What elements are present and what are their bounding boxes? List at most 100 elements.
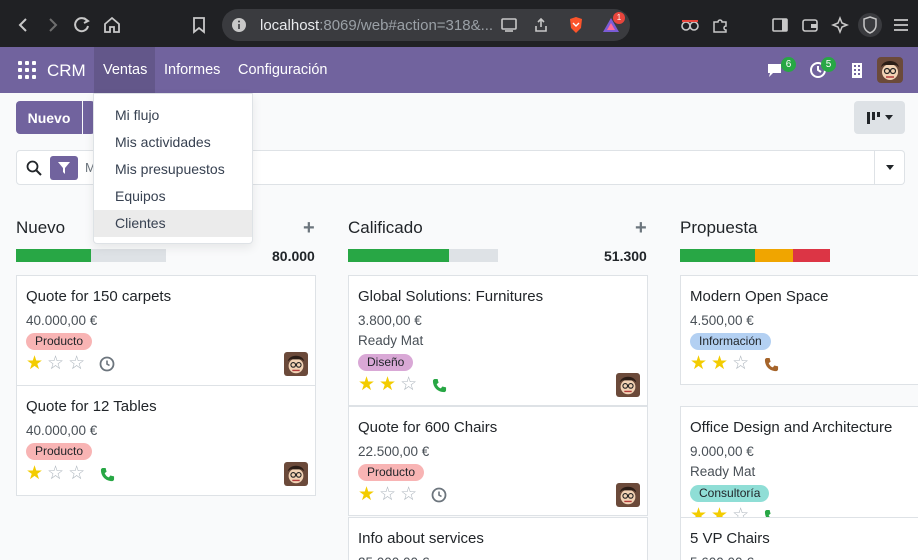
kanban-card[interactable]: Quote for 12 Tables 40.000,00 € Producto ★ ☆… <box>16 385 316 496</box>
dropdown-item-clientes[interactable]: Clientes <box>94 210 252 237</box>
card-title: 5 VP Chairs <box>690 530 770 547</box>
star-empty-icon[interactable]: ☆ <box>400 485 417 504</box>
phone-icon[interactable] <box>431 377 447 393</box>
star-filled-icon[interactable]: ★ <box>358 375 375 394</box>
filter-facet[interactable] <box>50 156 78 180</box>
card-title: Quote for 150 carpets <box>26 288 172 305</box>
star-filled-icon[interactable]: ★ <box>711 354 728 373</box>
progress-segment-green[interactable] <box>16 249 91 262</box>
column-progress-bar[interactable] <box>348 249 498 262</box>
menu-informes[interactable]: Informes <box>164 62 220 78</box>
caret-down-icon <box>885 165 894 170</box>
browser-menu-icon[interactable] <box>890 14 912 36</box>
clock-icon[interactable] <box>431 487 447 503</box>
card-company: Ready Mat <box>690 464 756 479</box>
add-card-icon[interactable]: + <box>303 217 315 240</box>
card-tag: Producto <box>26 333 93 350</box>
star-empty-icon[interactable]: ☆ <box>47 354 64 373</box>
progress-segment-green[interactable] <box>680 249 755 262</box>
card-title: Info about services <box>358 530 484 547</box>
puzzle-extensions-icon[interactable] <box>709 14 731 36</box>
address-bar[interactable]: localhost:8069/web#action=318&... <box>222 9 630 41</box>
brave-shields-icon[interactable] <box>565 14 587 36</box>
forward-icon[interactable] <box>42 14 64 36</box>
extension-icon[interactable] <box>679 14 701 36</box>
column-total: 80.000 <box>272 248 315 264</box>
star-empty-icon[interactable]: ☆ <box>379 485 396 504</box>
menu-ventas[interactable]: Ventas <box>103 62 147 78</box>
leo-ai-icon[interactable] <box>829 14 851 36</box>
star-empty-icon[interactable]: ☆ <box>68 354 85 373</box>
assignee-avatar[interactable] <box>616 373 640 397</box>
star-filled-icon[interactable]: ★ <box>690 354 707 373</box>
priority-stars: ★ ★ ☆ <box>690 354 749 373</box>
url-text: localhost:8069/web#action=318&... <box>260 17 494 34</box>
share-icon[interactable] <box>530 14 552 36</box>
kanban-card[interactable]: Modern Open Space 4.500,00 € Información ★ ★… <box>680 275 918 385</box>
user-avatar[interactable] <box>877 57 903 83</box>
star-empty-icon[interactable]: ☆ <box>68 464 85 483</box>
messages-badge: 6 <box>781 57 796 72</box>
activities-badge: 5 <box>821 57 836 72</box>
card-title: Quote for 12 Tables <box>26 398 157 415</box>
company-building-icon[interactable] <box>847 60 867 80</box>
vpn-shield-icon[interactable] <box>858 13 882 37</box>
assignee-avatar[interactable] <box>616 483 640 507</box>
bookmark-icon[interactable] <box>188 14 210 36</box>
dropdown-item-mis-presupuestos[interactable]: Mis presupuestos <box>94 156 252 183</box>
progress-segment-green[interactable] <box>348 249 449 262</box>
card-amount: 22.500,00 € <box>358 444 430 459</box>
card-company: Ready Mat <box>358 333 424 348</box>
kanban-card[interactable]: Quote for 600 Chairs 22.500,00 € Producto ★… <box>348 406 648 516</box>
rewards-badge: 1 <box>613 12 625 24</box>
assignee-avatar[interactable] <box>284 462 308 486</box>
kanban-card[interactable]: Quote for 150 carpets 40.000,00 € Producto… <box>16 275 316 385</box>
column-title: Propuesta <box>680 218 758 237</box>
card-amount: 25.000,00 € <box>358 555 429 560</box>
back-icon[interactable] <box>12 14 34 36</box>
clock-icon[interactable] <box>99 356 115 372</box>
kanban-card[interactable]: 5 VP Chairs 5.600,00 € <box>680 517 918 560</box>
home-icon[interactable] <box>101 14 123 36</box>
kanban-card[interactable]: Global Solutions: Furnitures 3.800,00 € Re… <box>348 275 648 406</box>
phone-icon[interactable] <box>763 356 779 372</box>
new-button[interactable]: Nuevo <box>16 101 82 134</box>
dropdown-item-mi-flujo[interactable]: Mi flujo <box>94 102 252 129</box>
priority-stars: ★ ★ ☆ <box>358 375 417 394</box>
phone-icon[interactable] <box>99 466 115 482</box>
column-progress-bar[interactable] <box>680 249 830 262</box>
add-card-icon[interactable]: + <box>635 217 647 240</box>
app-brand[interactable]: CRM <box>47 61 86 81</box>
site-info-icon[interactable] <box>228 14 250 36</box>
priority-stars: ★ ☆ ☆ <box>358 485 417 504</box>
wallet-icon[interactable] <box>799 14 821 36</box>
star-empty-icon[interactable]: ☆ <box>400 375 417 394</box>
star-filled-icon[interactable]: ★ <box>379 375 396 394</box>
progress-segment-orange[interactable] <box>755 249 793 262</box>
menu-configuracion[interactable]: Configuración <box>238 62 327 78</box>
sidebar-toggle-icon[interactable] <box>769 14 791 36</box>
search-options-toggle[interactable] <box>875 150 905 185</box>
dropdown-item-equipos[interactable]: Equipos <box>94 183 252 210</box>
kanban-card[interactable]: Info about services 25.000,00 € <box>348 517 648 560</box>
apps-menu-icon[interactable] <box>18 61 36 79</box>
star-filled-icon[interactable]: ★ <box>26 354 43 373</box>
star-empty-icon[interactable]: ☆ <box>47 464 64 483</box>
card-tag: Diseño <box>358 354 414 371</box>
card-tag: Producto <box>26 443 93 460</box>
column-total: 51.300 <box>604 248 647 264</box>
star-filled-icon[interactable]: ★ <box>358 485 375 504</box>
dropdown-item-mis-actividades[interactable]: Mis actividades <box>94 129 252 156</box>
caret-down-icon <box>884 115 893 120</box>
column-progress-bar[interactable] <box>16 249 166 262</box>
column-title: Calificado <box>348 218 423 237</box>
card-title: Quote for 600 Chairs <box>358 419 498 436</box>
view-switcher-button[interactable] <box>854 101 905 134</box>
star-filled-icon[interactable]: ★ <box>26 464 43 483</box>
progress-segment-red[interactable] <box>792 249 830 262</box>
install-app-icon[interactable] <box>498 14 520 36</box>
card-amount: 4.500,00 € <box>690 313 754 328</box>
reload-icon[interactable] <box>71 14 93 36</box>
assignee-avatar[interactable] <box>284 352 308 376</box>
star-empty-icon[interactable]: ☆ <box>732 354 749 373</box>
